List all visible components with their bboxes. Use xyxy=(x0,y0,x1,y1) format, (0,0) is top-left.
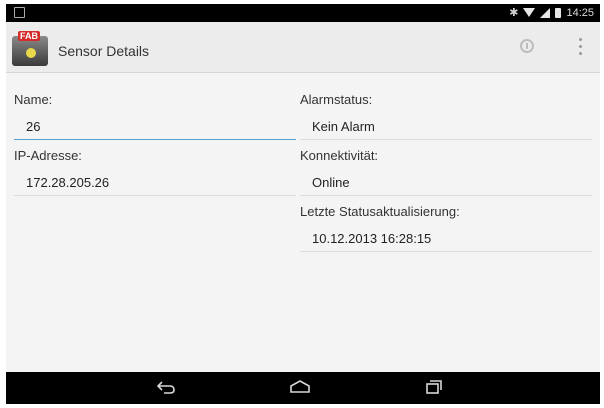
alarm-status-label: Alarmstatus: xyxy=(300,92,373,107)
status-bar: ✱ 14:25 xyxy=(6,4,600,22)
name-field-underline xyxy=(14,139,296,140)
ip-label: IP-Adresse: xyxy=(14,148,82,163)
action-bar: FAB Sensor Details xyxy=(6,22,600,73)
last-update-underline xyxy=(300,251,592,252)
ip-field-underline xyxy=(14,195,296,196)
connectivity-value: Online xyxy=(312,175,350,190)
recent-apps-icon[interactable] xyxy=(426,380,442,394)
last-update-value: 10.12.2013 16:28:15 xyxy=(312,231,432,246)
navigation-bar xyxy=(6,372,600,404)
name-label: Name: xyxy=(14,92,53,107)
bluetooth-icon: ✱ xyxy=(509,7,519,19)
info-icon[interactable] xyxy=(520,39,534,53)
connectivity-underline xyxy=(300,195,592,196)
device-screen: ✱ 14:25 FAB Sensor Details Name: 26 IP-A… xyxy=(6,4,600,404)
alarm-status-value: Kein Alarm xyxy=(312,119,375,134)
overflow-menu-icon[interactable] xyxy=(579,38,582,55)
wifi-icon xyxy=(523,8,536,17)
alarm-status-underline xyxy=(300,139,592,140)
page-title: Sensor Details xyxy=(58,43,150,59)
status-clock: 14:25 xyxy=(566,6,594,19)
app-icon[interactable]: FAB xyxy=(12,31,48,66)
app-icon-badge: FAB xyxy=(18,31,40,41)
home-icon[interactable] xyxy=(289,380,311,394)
last-update-label: Letzte Statusaktualisierung: xyxy=(300,204,460,219)
ip-field[interactable]: 172.28.205.26 xyxy=(26,175,109,190)
battery-icon xyxy=(555,7,562,18)
back-icon[interactable] xyxy=(156,380,176,394)
bulb-icon xyxy=(26,48,36,58)
signal-icon xyxy=(540,7,551,18)
notification-icon xyxy=(14,7,25,18)
connectivity-label: Konnektivität: xyxy=(300,148,379,163)
status-indicators: ✱ 14:25 xyxy=(509,6,594,20)
name-field[interactable]: 26 xyxy=(26,119,40,134)
sensor-details-content: Name: 26 IP-Adresse: 172.28.205.26 Alarm… xyxy=(6,73,600,372)
